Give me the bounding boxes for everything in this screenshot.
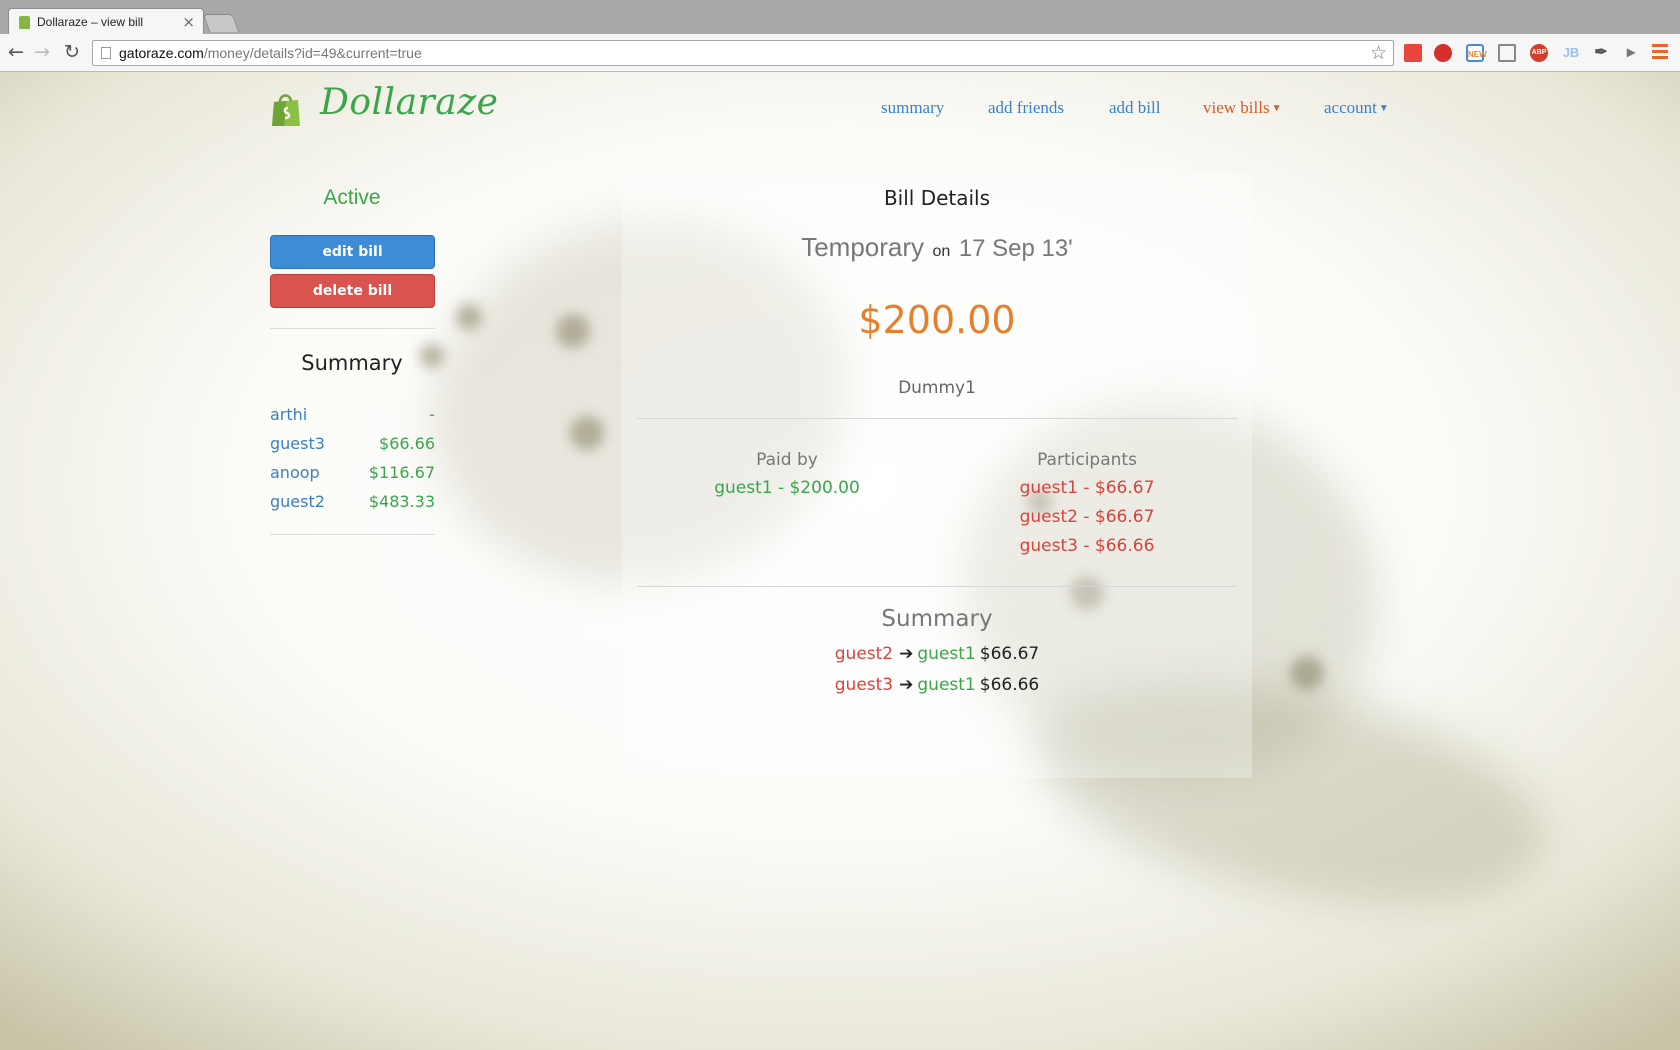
nav-account-label: account: [1324, 98, 1377, 117]
shopping-bag-favicon-icon: [19, 16, 30, 29]
arrow-right-icon: ➔: [899, 644, 914, 664]
url-host: gatoraze.com: [119, 45, 204, 61]
settlement-row: guest3 ➔ guest1 $66.66: [637, 675, 1237, 706]
edit-bill-button[interactable]: edit bill: [270, 235, 435, 269]
summary-person-name[interactable]: guest2: [270, 492, 325, 511]
summary-person-name[interactable]: guest3: [270, 434, 325, 453]
bill-summary-heading: Summary: [881, 606, 993, 632]
summary-row: guest3 $66.66: [270, 434, 435, 463]
summary-row: anoop $116.67: [270, 463, 435, 492]
divider: [637, 586, 1237, 587]
divider: [270, 534, 435, 535]
nav-view-bills-label: view bills: [1203, 98, 1270, 117]
bill-title-line: Temporary on 17 Sep 13': [637, 232, 1237, 263]
nav-link-add-friends[interactable]: add friends: [988, 98, 1064, 118]
settlement-amount: $66.67: [979, 644, 1040, 664]
participant-entry: guest2 - $66.67: [1019, 507, 1155, 527]
summary-amount: -: [429, 405, 435, 424]
summary-row: arthi -: [270, 405, 435, 434]
background-die-pip: [570, 416, 604, 450]
settlement-from: guest3: [834, 675, 894, 695]
new-tab-button[interactable]: [202, 14, 240, 32]
bill-description: Dummy1: [898, 378, 976, 398]
record-extension-icon[interactable]: [1434, 44, 1452, 62]
forward-arrow-icon[interactable]: →: [34, 42, 50, 62]
summary-person-name[interactable]: anoop: [270, 463, 320, 482]
settlement-row: guest2 ➔ guest1 $66.67: [637, 644, 1237, 675]
url-text: gatoraze.com/money/details?id=49&current…: [119, 45, 422, 61]
participants-list: guest1 - $66.67 guest2 - $66.67 guest3 -…: [937, 478, 1237, 565]
summary-amount: $66.66: [379, 434, 435, 453]
browser-tabstrip: Dollaraze – view bill ×: [0, 0, 1680, 35]
summary-person-name[interactable]: arthi: [270, 405, 307, 424]
sidebar-summary-list: arthi - guest3 $66.66 anoop $116.67 gues…: [270, 405, 435, 521]
shopping-bag-logo-icon[interactable]: [270, 90, 302, 128]
nav-dropdown-view-bills[interactable]: view bills ▼: [1203, 98, 1282, 118]
caret-down-icon: ▼: [1271, 103, 1282, 114]
settlement-to: guest1: [917, 675, 976, 695]
bill-amount: $200.00: [858, 298, 1016, 342]
settlement-amount: $66.66: [979, 675, 1040, 695]
bill-status-heading: Active: [323, 186, 381, 209]
background-die-pip: [556, 314, 590, 348]
divider: [637, 418, 1237, 419]
jetbrains-extension-icon[interactable]: JB: [1562, 44, 1580, 62]
delete-bill-button[interactable]: delete bill: [270, 274, 435, 308]
page-viewport: Dollaraze summary add friends add bill v…: [0, 72, 1680, 1050]
reload-icon[interactable]: ↻: [64, 42, 80, 62]
bill-on-label: on: [932, 243, 951, 260]
nav-link-add-bill[interactable]: add bill: [1109, 98, 1160, 118]
settlement-to: guest1: [917, 644, 976, 664]
paid-by-heading: Paid by: [756, 450, 818, 470]
nav-link-summary[interactable]: summary: [881, 98, 944, 118]
cast-icon[interactable]: [1498, 44, 1516, 62]
divider: [270, 328, 435, 329]
browser-tab-active[interactable]: Dollaraze – view bill ×: [8, 8, 204, 35]
chrome-menu-icon[interactable]: [1652, 44, 1668, 60]
sidebar-summary-heading: Summary: [301, 351, 403, 375]
nav-dropdown-account[interactable]: account ▼: [1324, 98, 1389, 118]
new-extension-icon[interactable]: NEW: [1466, 44, 1487, 62]
settlement-list: guest2 ➔ guest1 $66.67 guest3 ➔ guest1 $66.66: [637, 644, 1237, 706]
caret-down-icon: ▼: [1378, 103, 1389, 114]
paid-by-list: guest1 - $200.00: [637, 478, 937, 507]
back-arrow-icon[interactable]: ←: [8, 42, 24, 62]
arrow-right-icon: ➔: [899, 675, 914, 695]
settlement-from: guest2: [834, 644, 894, 664]
summary-amount: $483.33: [368, 492, 435, 511]
adblock-icon[interactable]: ABP: [1530, 44, 1548, 62]
tab-title: Dollaraze – view bill: [37, 15, 144, 29]
bookmark-star-icon[interactable]: ☆: [1370, 42, 1387, 65]
browser-toolbar: ← → ↻ gatoraze.com/money/details?id=49&c…: [0, 34, 1680, 72]
speaker-extension-icon[interactable]: ▸: [1622, 44, 1640, 62]
eyedropper-extension-icon[interactable]: ✒: [1592, 44, 1610, 62]
participant-entry: guest1 - $66.67: [1019, 478, 1155, 498]
background-die-pip: [1290, 656, 1324, 690]
participant-entry: guest3 - $66.66: [1019, 536, 1155, 556]
page-icon: [101, 47, 111, 59]
summary-amount: $116.67: [368, 463, 435, 482]
bill-details-heading: Bill Details: [883, 186, 991, 210]
tab-close-icon[interactable]: ×: [182, 13, 195, 31]
summary-row: guest2 $483.33: [270, 492, 435, 521]
address-bar[interactable]: gatoraze.com/money/details?id=49&current…: [92, 40, 1394, 66]
participants-heading: Participants: [1037, 450, 1137, 470]
bill-name: Temporary: [801, 232, 925, 262]
background-die-pip: [456, 304, 482, 330]
bill-date: 17 Sep 13': [958, 235, 1073, 262]
brand-name[interactable]: Dollaraze: [320, 82, 498, 123]
url-path: /money/details?id=49&current=true: [203, 45, 422, 61]
payer-entry: guest1 - $200.00: [714, 478, 860, 498]
bookmark-extension-icon[interactable]: [1404, 44, 1422, 62]
